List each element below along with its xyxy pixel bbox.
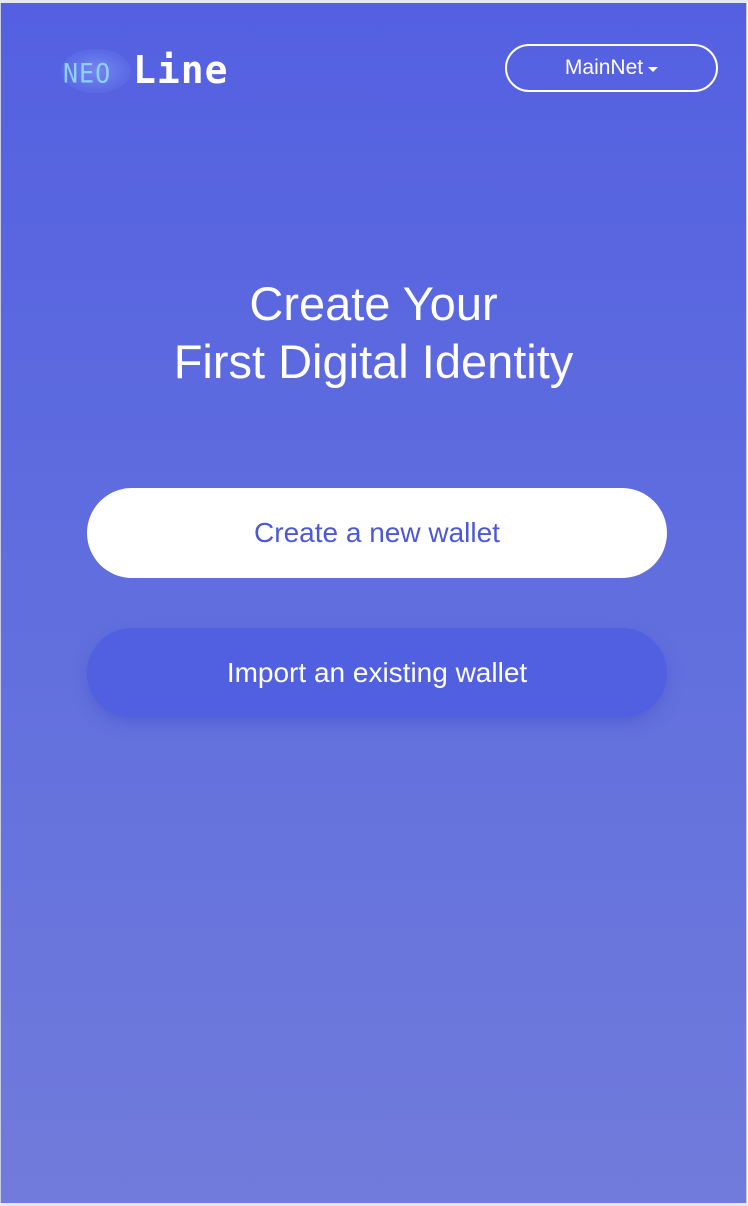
network-selector-label: MainNet [564,56,644,79]
create-wallet-button[interactable]: Create a new wallet [87,488,667,578]
page-title-line-2: First Digital Identity [173,335,574,388]
network-selector-button[interactable]: MainNet [505,44,718,92]
page-title-line-1: Create Your [249,277,498,330]
neoline-logo: NEO Line [61,47,241,99]
create-wallet-button-label: Create a new wallet [254,517,500,548]
logo-text-line: Line [133,48,229,92]
import-wallet-button-label: Import an existing wallet [226,657,528,688]
logo-text-neo: NEO [63,58,112,89]
app-container: NEO Line MainNet Create Your First Digit… [0,3,747,1203]
caret-down-icon [648,66,659,72]
header: NEO Line MainNet [1,3,746,133]
import-wallet-button[interactable]: Import an existing wallet [87,628,667,718]
page-title: Create Your First Digital Identity [1,275,746,391]
